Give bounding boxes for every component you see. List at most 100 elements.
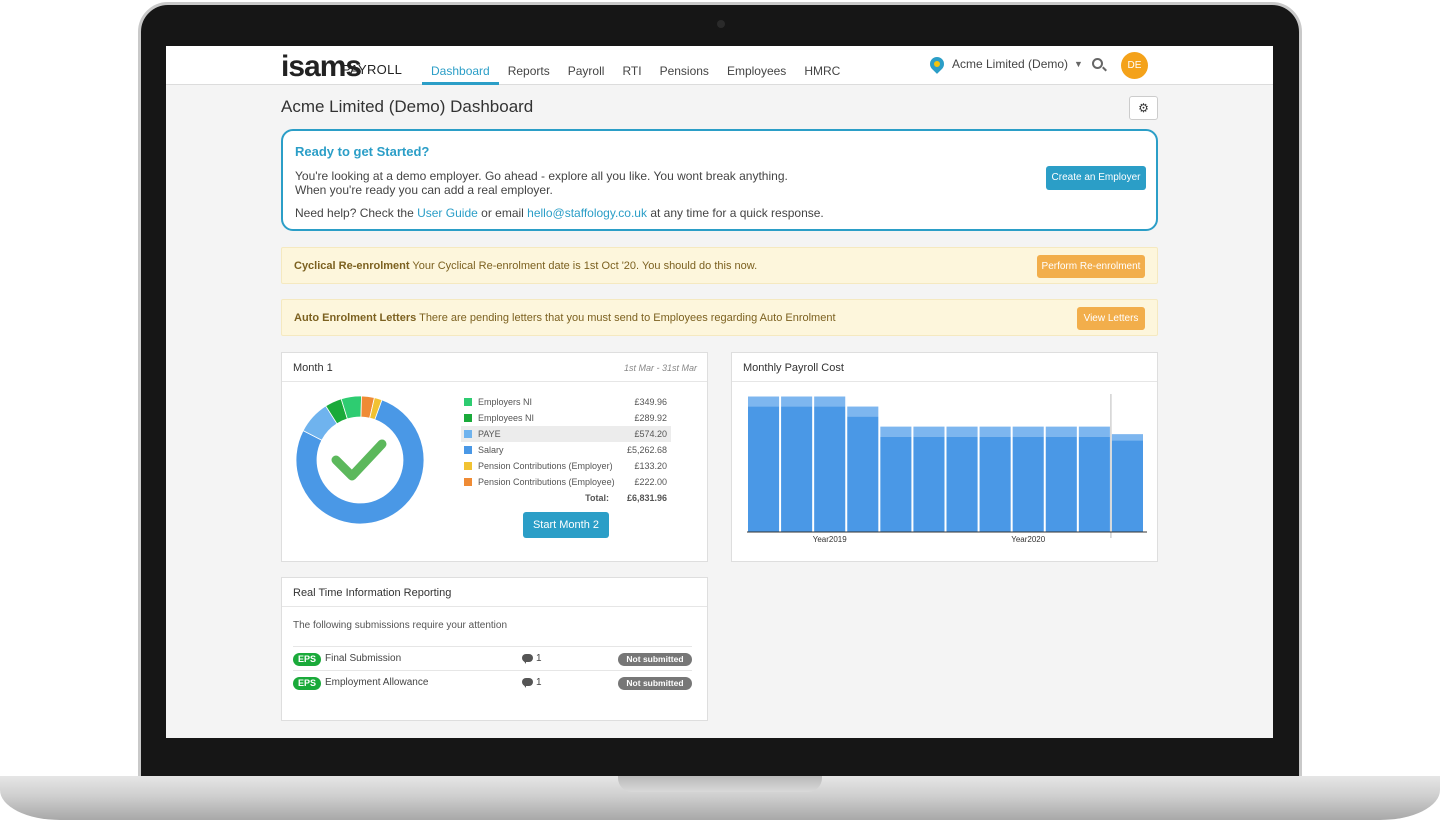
view-letters-button[interactable]: View Letters: [1077, 307, 1145, 330]
payroll-cost-title: Monthly Payroll Cost: [743, 362, 844, 374]
payroll-bar[interactable]: [1111, 440, 1143, 532]
location-pin-icon: [927, 54, 947, 74]
start-month-button[interactable]: Start Month 2: [523, 512, 609, 538]
payroll-bar[interactable]: [979, 426, 1011, 437]
eps-badge: EPS: [293, 677, 321, 690]
legend-swatch: [464, 462, 472, 470]
checkmark-icon: [331, 439, 387, 481]
eps-badge: EPS: [293, 653, 321, 666]
legend-swatch: [464, 430, 472, 438]
payroll-bar[interactable]: [913, 426, 945, 437]
rti-intro: The following submissions require your a…: [293, 620, 507, 631]
payroll-bar[interactable]: [781, 396, 813, 407]
legend-label: Salary: [478, 445, 504, 455]
help-mid: or email: [481, 206, 524, 220]
page-title: Acme Limited (Demo) Dashboard: [281, 97, 534, 116]
payroll-bar[interactable]: [1045, 436, 1077, 532]
payroll-bar[interactable]: [1012, 436, 1044, 532]
gears-icon: ⚙: [1138, 101, 1149, 115]
legend-value: £222.00: [634, 477, 667, 487]
legend-value: £289.92: [634, 413, 667, 423]
payroll-bar[interactable]: [814, 406, 846, 532]
legend-item: Employees NI £289.92: [461, 410, 671, 426]
legend-item: Employers NI £349.96: [461, 394, 671, 410]
nav-hmrc[interactable]: HMRC: [795, 46, 849, 85]
alert-message: Your Cyclical Re-enrolment date is 1st O…: [412, 260, 758, 272]
welcome-help-line: Need help? Check the User Guide or email…: [295, 206, 824, 220]
panel-header: Monthly Payroll Cost: [732, 353, 1157, 382]
perform-reenrolment-button[interactable]: Perform Re-enrolment: [1037, 255, 1145, 278]
legend-value: £133.20: [634, 461, 667, 471]
nav-payroll[interactable]: Payroll: [559, 46, 614, 85]
rti-row-employment-allowance[interactable]: EPS Employment Allowance 1 Not submitted: [293, 670, 692, 694]
legend-label: Employees NI: [478, 413, 535, 423]
legend-item: PAYE £574.20: [461, 426, 671, 442]
auto-enrolment-letters-alert: Auto Enrolment Letters There are pending…: [281, 299, 1158, 336]
status-badge: Not submitted: [618, 653, 692, 666]
payroll-bar[interactable]: [1078, 426, 1110, 437]
status-badge: Not submitted: [618, 677, 692, 690]
payroll-bar[interactable]: [946, 436, 978, 532]
payroll-bar[interactable]: [913, 436, 945, 532]
month-title: Month 1: [293, 362, 333, 374]
payroll-bar[interactable]: [781, 406, 813, 532]
month-period: 1st Mar - 31st Mar: [623, 363, 697, 373]
payroll-bar[interactable]: [880, 426, 912, 437]
welcome-line-2: When you're ready you can add a real emp…: [295, 183, 553, 197]
alert-title: Auto Enrolment Letters: [294, 312, 417, 324]
legend-label: Employers NI: [478, 397, 533, 407]
payroll-bar[interactable]: [946, 426, 978, 437]
user-avatar[interactable]: DE: [1121, 52, 1148, 79]
rti-row-final-submission[interactable]: EPS Final Submission 1 Not submitted: [293, 646, 692, 670]
nav-pensions[interactable]: Pensions: [651, 46, 718, 85]
payroll-bar[interactable]: [1111, 434, 1143, 441]
camera-icon: [717, 20, 725, 28]
legend-value: £5,262.68: [626, 445, 667, 455]
rti-title: Real Time Information Reporting: [293, 587, 452, 599]
app-screen: isams PAYROLL Dashboard Reports Payroll …: [166, 46, 1273, 738]
rti-row-label[interactable]: Employment Allowance: [325, 677, 428, 688]
comment-icon: [522, 678, 533, 688]
payroll-bar[interactable]: [847, 406, 879, 417]
legend-total: Total: £6,831.96: [461, 490, 671, 506]
nav-employees[interactable]: Employees: [718, 46, 795, 85]
payroll-bar[interactable]: [1012, 426, 1044, 437]
rti-row-label[interactable]: Final Submission: [325, 653, 401, 664]
welcome-line-1: You're looking at a demo employer. Go ah…: [295, 169, 788, 183]
caret-down-icon: ▼: [1074, 59, 1083, 69]
cyclical-reenrolment-alert: Cyclical Re-enrolment Your Cyclical Re-e…: [281, 247, 1158, 284]
x-tick-label: Year2020: [1011, 535, 1046, 544]
payroll-bar[interactable]: [748, 396, 780, 407]
x-tick-label: Year2019: [813, 535, 848, 544]
comment-count: 1: [536, 653, 542, 664]
nav-dashboard[interactable]: Dashboard: [422, 46, 499, 85]
panel-header: Real Time Information Reporting: [282, 578, 707, 607]
legend-label: Pension Contributions (Employee): [478, 477, 615, 487]
support-email-link[interactable]: hello@staffology.co.uk: [527, 206, 647, 220]
legend-label: PAYE: [478, 429, 501, 439]
legend-swatch: [464, 414, 472, 422]
payroll-bar[interactable]: [1045, 426, 1077, 437]
payroll-bar[interactable]: [847, 416, 879, 532]
payroll-bar[interactable]: [979, 436, 1011, 532]
total-label: Total:: [585, 493, 609, 503]
dashboard-settings-button[interactable]: ⚙: [1129, 96, 1158, 120]
search-icon[interactable]: [1092, 58, 1103, 69]
welcome-panel: Ready to get Started? You're looking at …: [281, 129, 1158, 231]
payroll-bar[interactable]: [748, 406, 780, 532]
payroll-bar[interactable]: [1078, 436, 1110, 532]
payroll-legend: Employers NI £349.96 Employees NI £289.92 PA…: [461, 394, 671, 506]
legend-label: Pension Contributions (Employer): [478, 461, 613, 471]
payroll-bar[interactable]: [880, 436, 912, 532]
employer-name: Acme Limited (Demo): [952, 57, 1069, 71]
month-panel: Month 1 1st Mar - 31st Mar Employers NI £…: [281, 352, 708, 562]
alert-message: There are pending letters that you must …: [419, 312, 836, 324]
laptop-notch: [618, 776, 822, 792]
create-employer-button[interactable]: Create an Employer: [1046, 166, 1146, 190]
alert-title: Cyclical Re-enrolment: [294, 260, 410, 272]
payroll-bar[interactable]: [814, 396, 846, 407]
user-guide-link[interactable]: User Guide: [417, 206, 478, 220]
nav-rti[interactable]: RTI: [613, 46, 650, 85]
nav-reports[interactable]: Reports: [499, 46, 559, 85]
employer-select[interactable]: Acme Limited (Demo) ▼: [927, 54, 1083, 74]
